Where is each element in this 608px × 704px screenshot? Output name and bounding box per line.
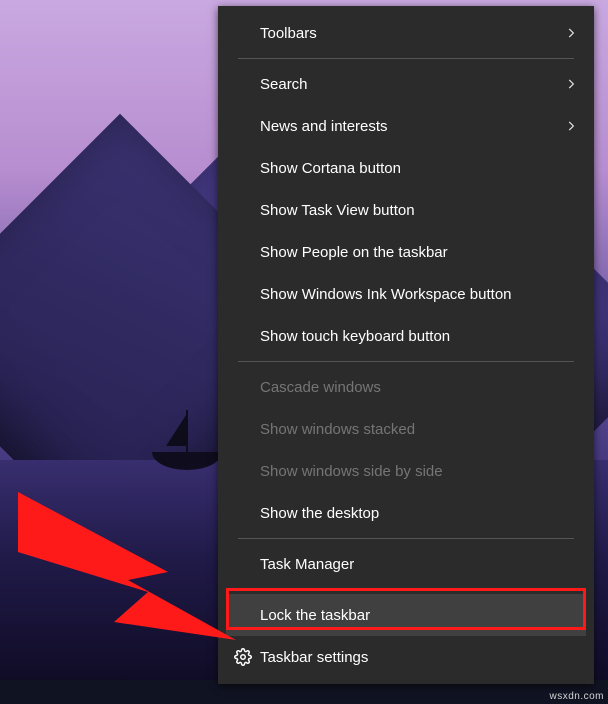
menu-item-show-touch-keyboard[interactable]: Show touch keyboard button [226, 315, 586, 357]
chevron-right-icon [564, 26, 578, 40]
menu-item-cascade-windows: Cascade windows [226, 366, 586, 408]
gear-icon [234, 648, 252, 666]
menu-label: Show Cortana button [260, 160, 401, 177]
menu-separator [238, 589, 574, 590]
menu-label: Taskbar settings [260, 649, 368, 666]
menu-separator [238, 58, 574, 59]
chevron-right-icon [564, 119, 578, 133]
menu-item-show-people[interactable]: Show People on the taskbar [226, 231, 586, 273]
menu-label: Search [260, 76, 308, 93]
menu-label: News and interests [260, 118, 388, 135]
menu-item-show-cortana[interactable]: Show Cortana button [226, 147, 586, 189]
menu-label: Show windows stacked [260, 421, 415, 438]
menu-label: Show Task View button [260, 202, 415, 219]
menu-label: Cascade windows [260, 379, 381, 396]
chevron-right-icon [564, 77, 578, 91]
menu-separator [238, 538, 574, 539]
taskbar-context-menu: Toolbars Search News and interests Show … [218, 6, 594, 684]
menu-label: Show the desktop [260, 505, 379, 522]
menu-item-show-task-view[interactable]: Show Task View button [226, 189, 586, 231]
menu-item-show-ink-workspace[interactable]: Show Windows Ink Workspace button [226, 273, 586, 315]
menu-label: Lock the taskbar [260, 607, 370, 624]
menu-item-search[interactable]: Search [226, 63, 586, 105]
menu-label: Show Windows Ink Workspace button [260, 286, 512, 303]
menu-item-task-manager[interactable]: Task Manager [226, 543, 586, 585]
menu-separator [238, 361, 574, 362]
watermark-text: wsxdn.com [549, 691, 604, 702]
menu-label: Show windows side by side [260, 463, 443, 480]
menu-label: Task Manager [260, 556, 354, 573]
menu-item-show-windows-stacked: Show windows stacked [226, 408, 586, 450]
menu-label: Show touch keyboard button [260, 328, 450, 345]
menu-item-news-and-interests[interactable]: News and interests [226, 105, 586, 147]
menu-item-show-windows-side-by-side: Show windows side by side [226, 450, 586, 492]
menu-label: Show People on the taskbar [260, 244, 448, 261]
menu-label: Toolbars [260, 25, 317, 42]
menu-item-taskbar-settings[interactable]: Taskbar settings [226, 636, 586, 678]
menu-item-toolbars[interactable]: Toolbars [226, 12, 586, 54]
menu-item-show-the-desktop[interactable]: Show the desktop [226, 492, 586, 534]
menu-item-lock-the-taskbar[interactable]: Lock the taskbar [226, 594, 586, 636]
